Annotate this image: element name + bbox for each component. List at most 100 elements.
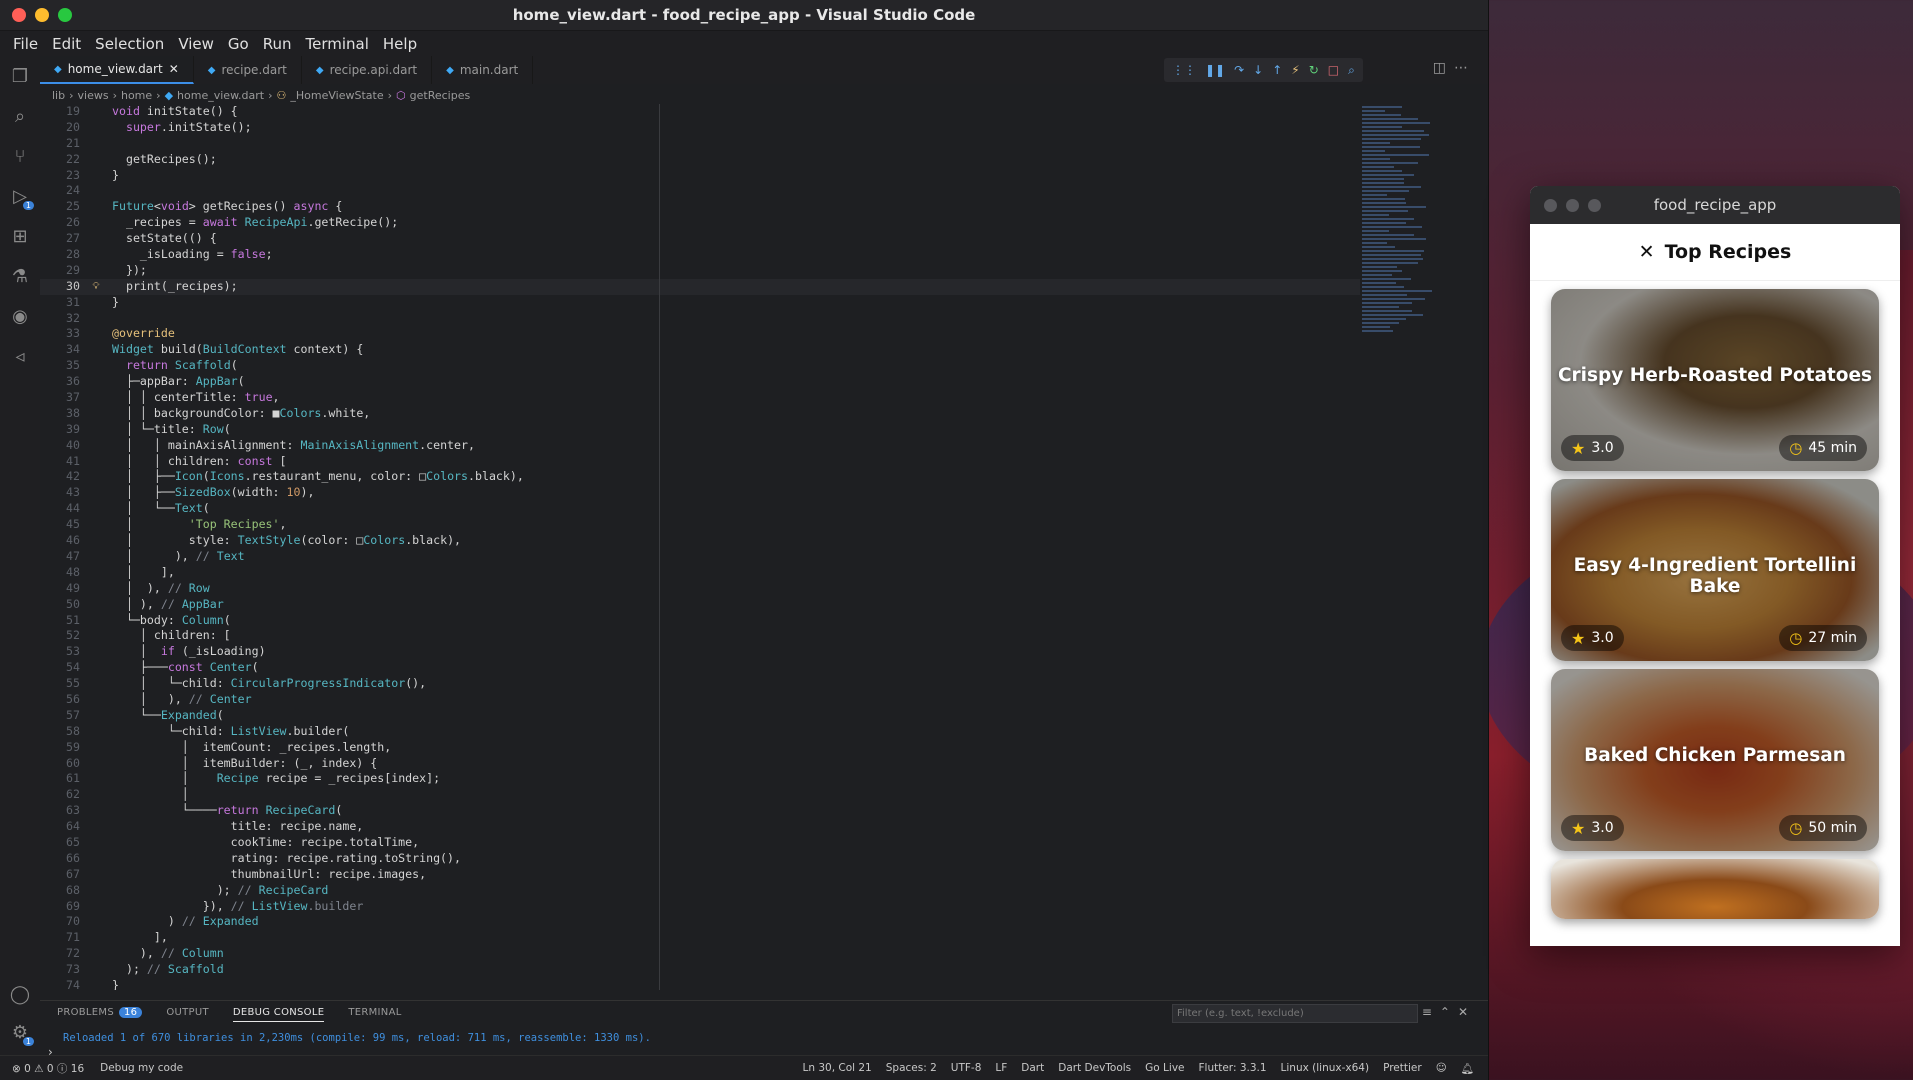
code-line[interactable]: 32 [40,311,1360,327]
step-over-icon[interactable]: ↷ [1234,63,1244,77]
code-line[interactable]: 43 │ ├──SizedBox(width: 10), [40,485,1360,501]
code-line[interactable]: 36 ├─appBar: AppBar( [40,374,1360,390]
code-line[interactable]: 27 setState(() { [40,231,1360,247]
more-actions-icon[interactable]: ⋯ [1454,60,1476,76]
code-line[interactable]: 61 │ Recipe recipe = _recipes[index]; [40,771,1360,787]
code-line[interactable]: 74} [40,978,1360,990]
explorer-icon[interactable]: ❐ [0,56,40,96]
code-line[interactable]: 71 ], [40,930,1360,946]
menu-terminal[interactable]: Terminal [299,35,376,53]
settings-gear-icon[interactable]: ⚙ 1 [0,1012,40,1052]
run-debug-icon[interactable]: ▷ 1 [0,176,40,216]
code-line[interactable]: 29 }); [40,263,1360,279]
prettier-status[interactable]: Prettier [1383,1062,1422,1075]
code-line[interactable]: 22 getRecipes(); [40,152,1360,168]
code-line[interactable]: 41 │ │ children: const [ [40,454,1360,470]
tab-recipe-api[interactable]: ◆ recipe.api.dart [302,56,432,84]
cursor-position[interactable]: Ln 30, Col 21 [802,1062,871,1075]
code-line[interactable]: 44 │ └──Text( [40,501,1360,517]
code-line[interactable]: 62 │ [40,787,1360,803]
tab-problems[interactable]: PROBLEMS 16 [57,1007,142,1022]
code-line[interactable]: 55 │ └─child: CircularProgressIndicator(… [40,676,1360,692]
code-line[interactable]: 48 │ ], [40,565,1360,581]
code-line[interactable]: 19 void initState() { [40,104,1360,120]
code-line[interactable]: 42 │ ├──Icon(Icons.restaurant_menu, colo… [40,469,1360,485]
clear-console-icon[interactable]: ≡ [1422,1005,1440,1019]
go-live[interactable]: Go Live [1145,1062,1184,1075]
code-line[interactable]: 51 └─body: Column( [40,613,1360,629]
recipe-card[interactable]: Easy 4-Ingredient Tortellini Bake ★ 3.0 ◷… [1551,479,1879,661]
line-ending[interactable]: LF [995,1062,1007,1075]
code-editor[interactable]: 19 void initState() {20 super.initState()… [40,104,1360,990]
code-line[interactable]: 34 Widget build(BuildContext context) { [40,342,1360,358]
hot-reload-icon[interactable]: ⚡ [1291,63,1299,77]
menu-view[interactable]: View [171,35,221,53]
menu-run[interactable]: Run [256,35,299,53]
code-line[interactable]: 66 rating: recipe.rating.toString(), [40,851,1360,867]
code-line[interactable]: 30 💡︎ print(_recipes); [40,279,1360,295]
step-into-icon[interactable]: ↓ [1253,63,1263,77]
tab-debug-console[interactable]: DEBUG CONSOLE [233,1007,324,1022]
menu-go[interactable]: Go [221,35,256,53]
extensions-icon[interactable]: ⊞ [0,216,40,256]
code-line[interactable]: 53 │ if (_isLoading) [40,644,1360,660]
stop-icon[interactable]: □ [1328,63,1339,77]
code-line[interactable]: 59 │ itemCount: _recipes.length, [40,740,1360,756]
source-control-icon[interactable]: ⑂ [0,136,40,176]
flutter-icon[interactable]: ◃ [0,336,40,376]
code-line[interactable]: 60 │ itemBuilder: (_, index) { [40,756,1360,772]
github-icon[interactable]: ◉ [0,296,40,336]
recipe-card-partial[interactable] [1551,859,1879,919]
code-line[interactable]: 37 │ │ centerTitle: true, [40,390,1360,406]
code-line[interactable]: 23} [40,168,1360,184]
code-line[interactable]: 73 ); // Scaffold [40,962,1360,978]
minimap[interactable] [1362,104,1482,324]
code-line[interactable]: 65 cookTime: recipe.totalTime, [40,835,1360,851]
close-tab-icon[interactable]: ✕ [169,62,179,76]
code-line[interactable]: 47 │ ), // Text [40,549,1360,565]
code-line[interactable]: 20 super.initState(); [40,120,1360,136]
code-line[interactable]: 26 _recipes = await RecipeApi.getRecipe(… [40,215,1360,231]
breadcrumb-item[interactable]: views [78,89,109,102]
breadcrumb-item[interactable]: home_view.dart [177,89,264,102]
code-line[interactable]: 67 thumbnailUrl: recipe.images, [40,867,1360,883]
breadcrumb-item[interactable]: _HomeViewState [290,89,383,102]
code-line[interactable]: 40 │ │ mainAxisAlignment: MainAxisAlignm… [40,438,1360,454]
code-line[interactable]: 38 │ │ backgroundColor: ■Colors.white, [40,406,1360,422]
code-line[interactable]: 24 [40,183,1360,199]
language-mode[interactable]: Dart [1021,1062,1044,1075]
code-line[interactable]: 45 │ 'Top Recipes', [40,517,1360,533]
code-line[interactable]: 57 └──Expanded( [40,708,1360,724]
code-line[interactable]: 56 │ ), // Center [40,692,1360,708]
tab-main[interactable]: ◆ main.dart [432,56,533,84]
menu-help[interactable]: Help [376,35,424,53]
code-line[interactable]: 63 └────return RecipeCard( [40,803,1360,819]
testing-icon[interactable]: ⚗ [0,256,40,296]
tab-terminal[interactable]: TERMINAL [348,1007,401,1022]
code-line[interactable]: 50 │ ), // AppBar [40,597,1360,613]
inspect-icon[interactable]: ⌕ [1348,63,1355,78]
debug-config-status[interactable]: Debug my code [100,1062,183,1074]
notifications-bell-icon[interactable]: 🔔︎ [1461,1062,1474,1075]
console-filter-input[interactable]: Filter (e.g. text, !exclude) [1172,1004,1418,1023]
code-line[interactable]: 64 title: recipe.name, [40,819,1360,835]
close-panel-icon[interactable]: ✕ [1458,1005,1476,1019]
recipe-card[interactable]: Baked Chicken Parmesan ★ 3.0 ◷ 50 min [1551,669,1879,851]
code-line[interactable]: 31} [40,295,1360,311]
tab-home-view[interactable]: ◆ home_view.dart ✕ [40,56,194,84]
code-line[interactable]: 35 return Scaffold( [40,358,1360,374]
device-target[interactable]: Linux (linux-x64) [1281,1062,1370,1075]
chevron-up-icon[interactable]: ⌃ [1440,1005,1458,1019]
breadcrumb-item[interactable]: lib [52,89,65,102]
step-out-icon[interactable]: ↑ [1272,63,1282,77]
menu-file[interactable]: File [6,35,45,53]
search-icon[interactable]: ⌕ [0,96,40,136]
code-line[interactable]: 72 ), // Column [40,946,1360,962]
tab-output[interactable]: OUTPUT [166,1007,209,1022]
indentation[interactable]: Spaces: 2 [886,1062,937,1075]
feedback-icon[interactable]: ☺ [1436,1062,1447,1075]
code-line[interactable]: 69 }), // ListView.builder [40,899,1360,915]
code-line[interactable]: 52 │ children: [ [40,628,1360,644]
code-line[interactable]: 49 │ ), // Row [40,581,1360,597]
flutter-version[interactable]: Flutter: 3.3.1 [1199,1062,1267,1075]
